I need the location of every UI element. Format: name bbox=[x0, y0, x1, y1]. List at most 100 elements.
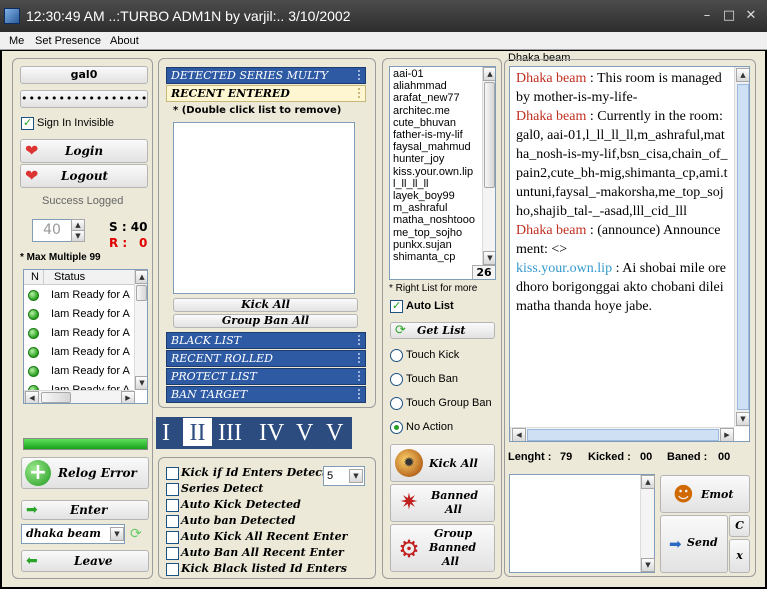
menu-me[interactable]: Me bbox=[6, 33, 27, 49]
table-hscroll[interactable]: ◀ ▶ bbox=[24, 390, 135, 403]
chat-nick[interactable]: Dhaka beam bbox=[516, 223, 586, 238]
scroll-down-button[interactable]: ▼ bbox=[483, 251, 495, 265]
table-row[interactable]: Iam Ready for A bbox=[24, 305, 134, 324]
refresh-icon[interactable]: ⟳ bbox=[130, 526, 142, 542]
scroll-down-button[interactable]: ▼ bbox=[641, 558, 655, 572]
emot-button[interactable]: ☻ Emot bbox=[660, 475, 750, 513]
clear-button[interactable]: C bbox=[729, 515, 750, 537]
ban-target-header[interactable]: BAN TARGET bbox=[166, 386, 366, 403]
username-field[interactable]: gal0 bbox=[20, 66, 148, 84]
user-list-item[interactable]: faysal_mahmud bbox=[393, 141, 471, 154]
user-list-item[interactable]: aai-01 bbox=[393, 68, 424, 81]
tab-v[interactable]: V bbox=[296, 418, 313, 448]
menu-set-presence[interactable]: Set Presence bbox=[32, 33, 104, 49]
series-detect-checkbox[interactable] bbox=[166, 483, 179, 496]
user-list-item[interactable]: aliahmmad bbox=[393, 80, 447, 93]
logout-button[interactable]: ❤ Logout bbox=[20, 164, 148, 188]
sign-in-invisible-checkbox[interactable] bbox=[21, 116, 34, 130]
title-bar[interactable]: 12:30:49 AM ..:TURBO ADM1N by varjil:.. … bbox=[0, 0, 767, 32]
scroll-right-button[interactable]: ▶ bbox=[121, 391, 135, 403]
kick-if-enters-checkbox[interactable] bbox=[166, 467, 179, 480]
menu-about[interactable]: About bbox=[107, 33, 142, 49]
recent-rolled-header[interactable]: RECENT ROLLED bbox=[166, 350, 366, 367]
table-row[interactable]: Iam Ready for A bbox=[24, 343, 134, 362]
close-chat-button[interactable]: x bbox=[729, 539, 750, 573]
get-list-button[interactable]: ⟳ Get List bbox=[390, 322, 495, 339]
group-banned-all-button[interactable]: ⚙ Group Banned All bbox=[390, 524, 495, 572]
user-list-item[interactable]: punkx.sujan bbox=[393, 239, 452, 252]
user-list-item[interactable]: kiss.your.own.lip bbox=[393, 166, 473, 179]
tab-iii[interactable]: III bbox=[218, 418, 242, 448]
kick-all-button[interactable]: Kick All bbox=[173, 298, 358, 312]
scroll-thumb[interactable] bbox=[136, 285, 147, 301]
user-list-item[interactable]: l_ll_ll_ll bbox=[393, 178, 428, 191]
multiple-count-spinner[interactable]: 40 bbox=[32, 219, 72, 242]
hscroll-thumb[interactable] bbox=[527, 429, 719, 441]
col-n-header[interactable]: N bbox=[31, 271, 39, 283]
password-field[interactable]: •••••••••••••••••••••••• bbox=[20, 90, 148, 108]
relog-error-button[interactable]: + Relog Error bbox=[21, 457, 149, 489]
chevron-down-icon[interactable]: ▼ bbox=[110, 527, 124, 541]
user-list-item[interactable]: father-is-my-lif bbox=[393, 129, 463, 142]
leave-button[interactable]: ⬅ Leave bbox=[21, 550, 149, 572]
scroll-up-button[interactable]: ▲ bbox=[483, 67, 495, 81]
user-list-item[interactable]: arafat_new77 bbox=[393, 92, 460, 105]
scroll-up-button[interactable]: ▲ bbox=[135, 270, 147, 284]
table-row[interactable]: Iam Ready for A bbox=[24, 324, 134, 343]
scroll-down-button[interactable]: ▼ bbox=[736, 412, 749, 426]
no-action-radio[interactable] bbox=[390, 421, 403, 434]
protect-list-header[interactable]: PROTECT LIST bbox=[166, 368, 366, 385]
chat-nick[interactable]: Dhaka beam bbox=[516, 71, 586, 86]
chat-nick[interactable]: Dhaka beam bbox=[516, 109, 586, 124]
scroll-up-button[interactable]: ▲ bbox=[736, 68, 749, 82]
user-list-item[interactable]: architec.me bbox=[393, 105, 450, 118]
chat-log[interactable]: Dhaka beam : This room is managed by mot… bbox=[509, 66, 750, 442]
multi-status-table[interactable]: N Status Iam Ready for A Iam Ready for A I… bbox=[23, 269, 148, 404]
room-select[interactable]: dhaka beam ▼ bbox=[21, 524, 125, 544]
touch-kick-radio[interactable] bbox=[390, 349, 403, 362]
tab-i[interactable]: I bbox=[162, 418, 170, 448]
recent-entered-list[interactable] bbox=[173, 122, 355, 294]
auto-ban-recent-checkbox[interactable] bbox=[166, 547, 179, 560]
minimize-button[interactable]: – bbox=[700, 9, 714, 23]
auto-list-checkbox[interactable] bbox=[390, 299, 403, 313]
tab-ii[interactable]: II bbox=[183, 418, 212, 446]
user-list-item[interactable]: shimanta_cp bbox=[393, 251, 455, 264]
group-ban-all-button[interactable]: Group Ban All bbox=[173, 314, 358, 328]
touch-group-ban-radio[interactable] bbox=[390, 397, 403, 410]
scroll-left-button[interactable]: ◀ bbox=[25, 391, 39, 403]
scroll-thumb[interactable] bbox=[484, 82, 495, 188]
scroll-left-button[interactable]: ◀ bbox=[512, 428, 526, 441]
kick-count-select[interactable]: 5 ▼ bbox=[323, 466, 365, 486]
userlist-vscroll[interactable]: ▲ ▼ bbox=[482, 67, 495, 265]
chat-hscroll[interactable]: ◀ ▶ bbox=[510, 427, 734, 441]
auto-kick-detected-checkbox[interactable] bbox=[166, 499, 179, 512]
table-row[interactable]: Iam Ready for A bbox=[24, 286, 134, 305]
auto-ban-detected-checkbox[interactable] bbox=[166, 515, 179, 528]
tab-iv[interactable]: IV bbox=[259, 418, 284, 448]
table-vscroll[interactable]: ▲ ▼ bbox=[134, 270, 147, 390]
chat-vscroll[interactable]: ▲ ▼ bbox=[734, 67, 749, 427]
message-input[interactable]: ▲ ▼ bbox=[509, 474, 655, 573]
hscroll-thumb[interactable] bbox=[41, 392, 71, 403]
maximize-button[interactable]: □ bbox=[722, 9, 736, 23]
banned-all-button[interactable]: ✷ Banned All bbox=[390, 484, 495, 522]
user-list-item[interactable]: matha_noshtooo bbox=[393, 214, 475, 227]
scroll-down-button[interactable]: ▼ bbox=[135, 376, 147, 390]
send-button[interactable]: ➡ Send bbox=[660, 515, 728, 573]
table-row[interactable]: Iam Ready for A bbox=[24, 362, 134, 381]
input-vscroll[interactable]: ▲ ▼ bbox=[640, 475, 655, 572]
user-list-item[interactable]: m_ashraful bbox=[393, 202, 447, 215]
detected-series-header[interactable]: DETECTED SERIES MULTY bbox=[166, 67, 366, 84]
enter-button[interactable]: ➡ Enter bbox=[21, 500, 149, 520]
scroll-right-button[interactable]: ▶ bbox=[720, 428, 734, 441]
chat-nick[interactable]: kiss.your.own.lip bbox=[516, 261, 612, 276]
user-list-item[interactable]: hunter_joy bbox=[393, 153, 444, 166]
recent-entered-header[interactable]: RECENT ENTERED bbox=[166, 85, 366, 102]
scroll-thumb[interactable] bbox=[737, 84, 749, 410]
spin-down-button[interactable]: ▼ bbox=[71, 230, 85, 242]
kick-black-checkbox[interactable] bbox=[166, 563, 179, 576]
scroll-up-button[interactable]: ▲ bbox=[641, 475, 655, 489]
black-list-header[interactable]: BLACK LIST bbox=[166, 332, 366, 349]
user-list-item[interactable]: me_top_sojho bbox=[393, 227, 462, 240]
